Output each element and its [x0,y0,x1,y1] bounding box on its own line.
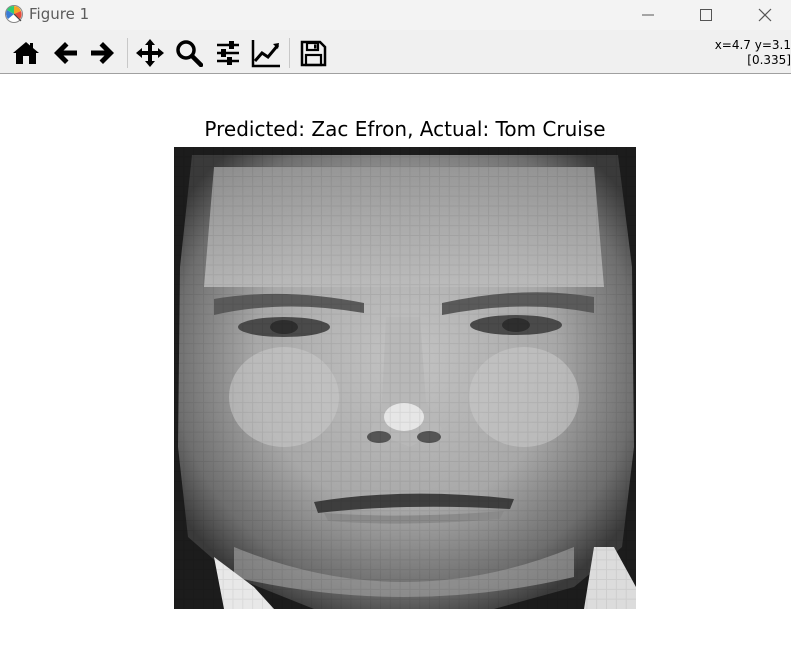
toolbar-separator [289,38,290,68]
toolbar-separator [127,38,128,68]
sliders-icon [217,41,239,65]
minimize-button[interactable] [619,0,677,30]
coordinate-readout-value: [0.335] [747,53,791,67]
window-title: Figure 1 [29,5,90,23]
move-icon [136,39,164,67]
back-button[interactable] [48,36,82,70]
arrow-right-icon [91,42,114,64]
minimize-icon [642,14,654,16]
face-image[interactable] [174,147,636,609]
arrow-left-icon [54,42,77,64]
magnifier-icon [176,40,203,67]
plot-title: Predicted: Zac Efron, Actual: Tom Cruise [204,117,606,141]
save-button[interactable] [296,36,330,70]
coordinate-readout: x=4.7 y=3.1 [0.335] [711,38,791,68]
title-bar: Figure 1 [0,0,791,30]
maximize-button[interactable] [677,0,735,30]
edit-axis-button[interactable] [249,36,283,70]
matplotlib-logo-icon [5,5,23,23]
close-button[interactable] [736,0,791,30]
coordinate-readout-xy: x=4.7 y=3.1 [714,38,791,52]
home-icon [13,42,39,64]
close-icon [758,8,772,22]
forward-button[interactable] [86,36,120,70]
figure-canvas[interactable]: Predicted: Zac Efron, Actual: Tom Cruise [0,75,791,672]
zoom-button[interactable] [172,36,206,70]
floppy-icon [300,40,327,67]
navigation-toolbar: x=4.7 y=3.1 [0.335] [0,30,791,74]
pan-button[interactable] [133,36,167,70]
maximize-icon [700,9,712,21]
chart-line-icon [251,40,280,68]
subplots-button[interactable] [211,36,245,70]
matplotlib-window: Figure 1 x=4.7 y=3.1 [0.335] Predicted: … [0,0,791,672]
home-button[interactable] [9,36,43,70]
